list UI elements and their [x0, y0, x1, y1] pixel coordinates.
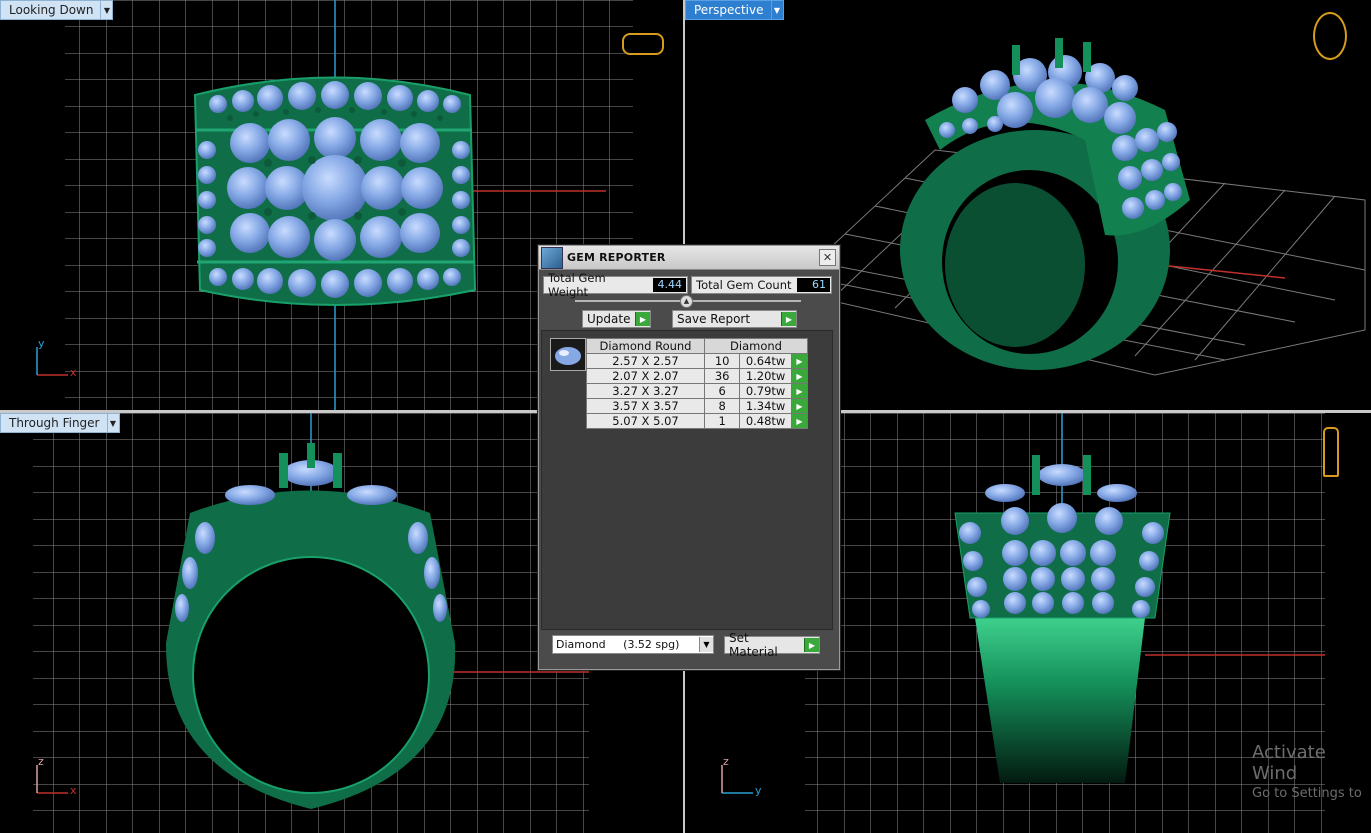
gem-thumbnail[interactable] — [550, 338, 586, 371]
gem-reporter-titlebar[interactable]: GEM REPORTER ✕ — [539, 246, 839, 270]
gem-weight-cell: 0.48tw — [739, 413, 792, 429]
update-button[interactable]: Update ▶ — [582, 310, 651, 328]
table-row[interactable]: 2.57 X 2.57 10 0.64tw ▶ — [586, 353, 809, 369]
gem-weight-cell: 1.20tw — [739, 368, 792, 384]
gem-table: Diamond Round Diamond 2.57 X 2.57 10 0.64t… — [586, 338, 809, 429]
chevron-down-icon[interactable]: ▼ — [699, 637, 713, 652]
set-material-button[interactable]: Set Material ▶ — [724, 631, 820, 659]
table-row[interactable]: 2.07 X 2.07 36 1.20tw ▶ — [586, 368, 809, 384]
axis-y-label: y — [755, 784, 762, 797]
viewport-label-looking-down[interactable]: Looking Down ▼ — [0, 0, 114, 20]
gem-size-cell: 3.57 X 3.57 — [586, 398, 705, 414]
ring-preview-icon[interactable] — [1313, 12, 1347, 60]
chevron-down-icon[interactable]: ▼ — [107, 413, 120, 433]
total-gem-count-value: 61 — [797, 278, 830, 292]
gem-weight-cell: 0.79tw — [739, 383, 792, 399]
gem-weight-cell: 0.64tw — [739, 353, 792, 369]
table-row[interactable]: 5.07 X 5.07 1 0.48tw ▶ — [586, 413, 809, 429]
viewport-label-perspective[interactable]: Perspective ▼ — [685, 0, 784, 20]
gem-reporter-icon — [541, 247, 563, 269]
panel-splitter[interactable]: ▲ — [575, 295, 801, 308]
gem-count-cell: 8 — [703, 398, 741, 414]
select-row-arrow-icon[interactable]: ▶ — [790, 353, 809, 369]
select-row-arrow-icon[interactable]: ▶ — [790, 413, 809, 429]
gem-reporter-title: GEM REPORTER — [567, 251, 666, 264]
table-row[interactable]: 3.57 X 3.57 8 1.34tw ▶ — [586, 398, 809, 414]
axis-y-label: y — [38, 337, 45, 350]
viewport-label-through-finger[interactable]: Through Finger ▼ — [0, 413, 120, 433]
ring-preview-icon[interactable] — [622, 33, 664, 55]
gem-count-cell: 1 — [703, 413, 741, 429]
gem-weight-cell: 1.34tw — [739, 398, 792, 414]
gem-size-cell: 5.07 X 5.07 — [586, 413, 705, 429]
save-report-button[interactable]: Save Report ▶ — [672, 310, 797, 328]
gem-size-cell: 2.07 X 2.07 — [586, 368, 705, 384]
select-row-arrow-icon[interactable]: ▶ — [790, 398, 809, 414]
chevron-up-icon[interactable]: ▲ — [680, 295, 693, 308]
select-row-arrow-icon[interactable]: ▶ — [790, 368, 809, 384]
gem-reporter-panel[interactable]: GEM REPORTER ✕ Total Gem Weight 4.44 Tot… — [538, 245, 840, 670]
gem-list[interactable]: Diamond Round Diamond 2.57 X 2.57 10 0.64t… — [541, 330, 833, 630]
ring-perspective — [900, 38, 1190, 370]
column-header-material: Diamond — [704, 338, 808, 354]
gem-count-cell: 36 — [703, 368, 741, 384]
play-arrow-icon: ▶ — [635, 312, 650, 326]
total-gem-count-field: Total Gem Count 61 — [691, 276, 832, 294]
chevron-down-icon[interactable]: ▼ — [101, 0, 114, 20]
column-header-shape: Diamond Round — [586, 338, 705, 354]
axis-x-label: x — [70, 366, 77, 379]
total-gem-weight-value: 4.44 — [653, 278, 686, 292]
axis-z-label: z — [38, 755, 44, 768]
table-row[interactable]: 3.27 X 3.27 6 0.79tw ▶ — [586, 383, 809, 399]
activation-watermark: Activate Wind Go to Settings to — [1252, 742, 1362, 801]
material-select[interactable]: Diamond (3.52 spg) ▼ — [552, 635, 714, 654]
gem-size-cell: 2.57 X 2.57 — [586, 353, 705, 369]
axis-z-label: z — [723, 755, 729, 768]
gem-count-cell: 6 — [703, 383, 741, 399]
gem-count-cell: 10 — [703, 353, 741, 369]
play-arrow-icon: ▶ — [781, 312, 796, 326]
chevron-down-icon[interactable]: ▼ — [771, 0, 784, 20]
total-gem-weight-field: Total Gem Weight 4.44 — [543, 271, 688, 299]
ring-preview-icon[interactable] — [1323, 427, 1339, 477]
close-icon[interactable]: ✕ — [819, 249, 836, 266]
play-arrow-icon: ▶ — [804, 638, 819, 652]
axis-x-label: x — [70, 784, 77, 797]
ring-top-view — [193, 76, 477, 306]
select-row-arrow-icon[interactable]: ▶ — [790, 383, 809, 399]
gem-size-cell: 3.27 X 3.27 — [586, 383, 705, 399]
